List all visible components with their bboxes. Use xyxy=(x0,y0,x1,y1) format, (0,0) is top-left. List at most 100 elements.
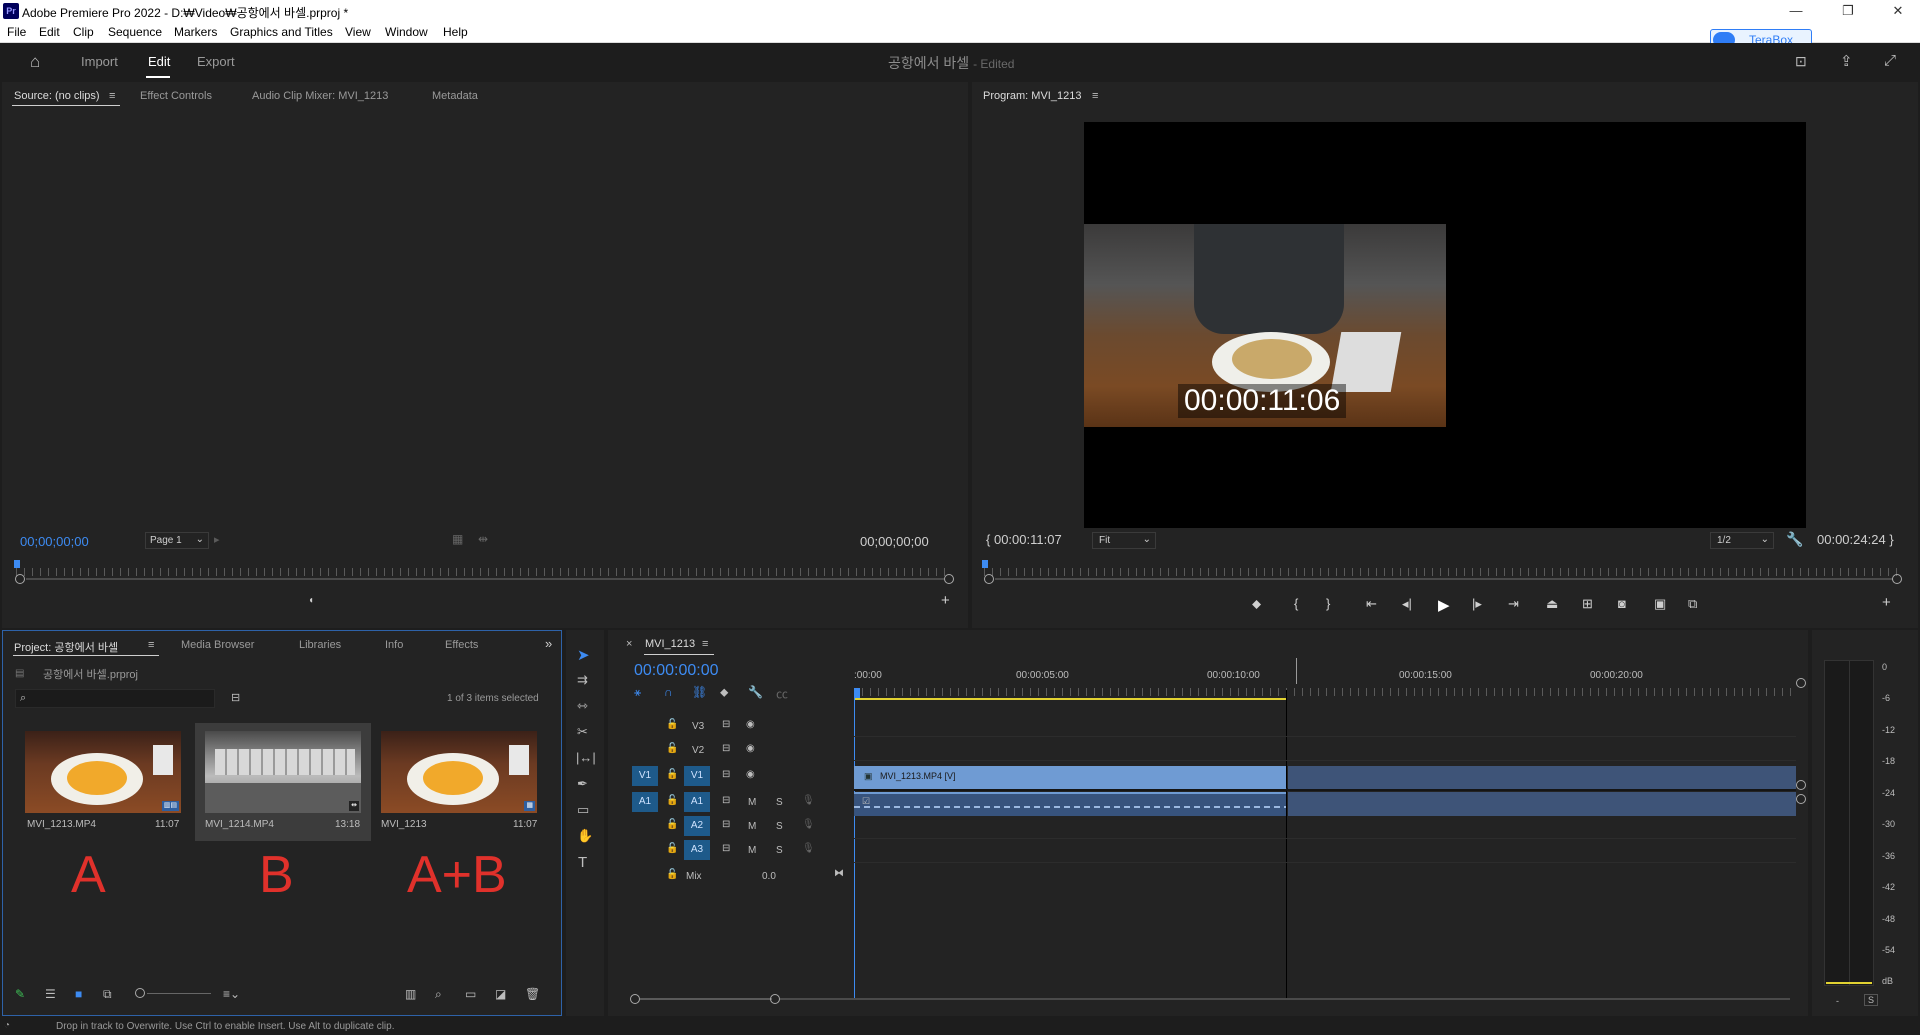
lock-icon[interactable]: 🔓 xyxy=(666,869,678,880)
menu-view[interactable]: View xyxy=(345,25,371,39)
overflow-chevron-icon[interactable]: » xyxy=(545,636,552,651)
edit-tab[interactable]: Edit xyxy=(148,54,170,69)
source-playhead-timecode[interactable]: 00;00;00;00 xyxy=(20,534,89,549)
tab-sequence[interactable]: MVI_1213 xyxy=(645,638,695,650)
source-patch-v1[interactable]: V1 xyxy=(632,766,658,786)
close-button[interactable]: ✕ xyxy=(1878,2,1918,20)
menu-markers[interactable]: Markers xyxy=(174,25,217,39)
add-button-icon[interactable]: + xyxy=(941,592,950,609)
track-target-a3[interactable]: A3 xyxy=(684,840,710,860)
captions-icon[interactable]: ㏄ xyxy=(776,685,788,702)
share-icon[interactable]: ⇪ xyxy=(1840,52,1853,70)
clip-a1[interactable]: ☑ xyxy=(854,792,1286,816)
fit-select[interactable]: Fit ⌄ xyxy=(1092,532,1156,549)
step-forward-icon[interactable]: |▸ xyxy=(1472,596,1482,612)
mute-button[interactable]: M xyxy=(748,797,756,808)
tab-audio-clip-mixer[interactable]: Audio Clip Mixer: MVI_1213 xyxy=(252,90,388,102)
source-time-ruler[interactable] xyxy=(16,568,952,576)
solo-button[interactable]: S xyxy=(776,821,783,832)
menu-help[interactable]: Help xyxy=(443,25,468,39)
snap-magnet-icon[interactable]: ∩ xyxy=(664,685,673,699)
mark-out-icon[interactable]: } xyxy=(1326,596,1330,611)
track-select-tool-icon[interactable]: ⇉ xyxy=(577,672,588,688)
menu-edit[interactable]: Edit xyxy=(39,25,60,39)
marker-icon[interactable]: ◖ xyxy=(308,595,314,606)
resolution-select[interactable]: 1/2 ⌄ xyxy=(1710,532,1774,549)
linked-selection-icon[interactable]: ⛓ xyxy=(692,685,707,699)
mute-button[interactable]: M xyxy=(748,845,756,856)
close-tab-icon[interactable]: × xyxy=(626,638,632,650)
extract-icon[interactable]: ⊞ xyxy=(1582,596,1593,612)
play-icon[interactable]: ▶ xyxy=(1438,596,1450,614)
program-playhead[interactable] xyxy=(982,560,988,568)
clip-v1-extended[interactable] xyxy=(1288,766,1796,789)
source-zoom-bar[interactable] xyxy=(26,578,944,580)
microphone-icon[interactable]: 🎙 xyxy=(802,843,815,854)
sync-lock-icon[interactable]: ⊟ xyxy=(722,843,730,854)
eye-icon[interactable]: ◉ xyxy=(746,719,755,730)
pencil-icon[interactable]: ✎ xyxy=(15,987,25,1001)
zoom-slider-track[interactable] xyxy=(147,993,211,994)
project-item[interactable]: ▥▤ MVI_1213.MP4 11:07 xyxy=(17,727,181,837)
timeline-scrollbar-track[interactable] xyxy=(780,998,1790,1000)
rectangle-tool-icon[interactable]: ▭ xyxy=(577,802,589,818)
menu-file[interactable]: File xyxy=(7,25,26,39)
fullscreen-icon[interactable]: ⤢ xyxy=(1884,52,1896,69)
selection-tool-icon[interactable]: ➤ xyxy=(577,646,590,664)
sequence-timecode[interactable]: 00:00:00:00 xyxy=(634,662,719,680)
program-zoom-handle-left[interactable] xyxy=(984,574,994,584)
step-back-icon[interactable]: ◂| xyxy=(1402,596,1412,612)
quick-export-icon[interactable]: ⊡ xyxy=(1795,53,1807,70)
tab-effect-controls[interactable]: Effect Controls xyxy=(140,90,212,102)
vertical-zoom-handle[interactable] xyxy=(1796,678,1806,688)
lock-icon[interactable]: 🔓 xyxy=(666,769,678,780)
nest-toggle-icon[interactable]: ⚹ xyxy=(634,685,641,700)
hand-tool-icon[interactable]: ✋ xyxy=(577,828,593,844)
tab-libraries[interactable]: Libraries xyxy=(299,639,341,651)
timeline-scrollbar-thumb[interactable] xyxy=(640,998,772,1000)
mix-value[interactable]: 0.0 xyxy=(762,871,776,882)
solo-button[interactable]: S xyxy=(776,797,783,808)
lock-icon[interactable]: 🔓 xyxy=(666,795,678,806)
camera-icon[interactable]: ◙ xyxy=(1618,596,1626,611)
ripple-edit-tool-icon[interactable]: ⇿ xyxy=(577,698,588,714)
source-zoom-handle-left[interactable] xyxy=(15,574,25,584)
microphone-icon[interactable]: 🎙 xyxy=(802,795,815,806)
new-bin-search-icon[interactable]: ⊟ xyxy=(231,691,240,704)
lift-icon[interactable]: ⏏ xyxy=(1546,596,1558,612)
icon-view-icon[interactable]: ■ xyxy=(75,987,82,1001)
program-zoom-bar[interactable] xyxy=(995,578,1893,580)
tab-metadata[interactable]: Metadata xyxy=(432,90,478,102)
program-zoom-handle-right[interactable] xyxy=(1892,574,1902,584)
panel-menu-icon[interactable]: ≡ xyxy=(702,638,708,650)
source-patch-a1[interactable]: A1 xyxy=(632,792,658,812)
tab-media-browser[interactable]: Media Browser xyxy=(181,639,254,651)
mute-button[interactable]: M xyxy=(748,821,756,832)
add-button-icon[interactable]: + xyxy=(1882,594,1891,611)
timeline-playhead-handle[interactable] xyxy=(854,688,860,698)
trash-icon[interactable]: 🗑 xyxy=(525,987,540,1001)
project-search-input[interactable]: ⌕ xyxy=(15,689,215,708)
new-bin-icon[interactable]: ▭ xyxy=(465,987,476,1001)
lock-icon[interactable]: 🔓 xyxy=(666,819,678,830)
panel-menu-icon[interactable]: ≡ xyxy=(1092,90,1098,102)
track-target-v1[interactable]: V1 xyxy=(684,766,710,786)
source-zoom-handle-right[interactable] xyxy=(944,574,954,584)
add-marker-icon[interactable]: ⬥ xyxy=(1252,596,1261,612)
tab-effects[interactable]: Effects xyxy=(445,639,478,651)
home-icon[interactable]: ⌂ xyxy=(30,52,40,72)
sync-lock-icon[interactable]: ⊟ xyxy=(722,719,730,730)
project-item[interactable]: ▦ MVI_1213 11:07 xyxy=(373,727,549,837)
minimize-button[interactable]: — xyxy=(1776,2,1816,20)
menu-window[interactable]: Window xyxy=(385,25,428,39)
solo-button[interactable]: S xyxy=(776,845,783,856)
add-marker-icon[interactable]: ⬥ xyxy=(720,685,728,700)
sync-lock-icon[interactable]: ⊟ xyxy=(722,743,730,754)
automate-to-sequence-icon[interactable]: ▥ xyxy=(405,987,416,1001)
restore-button[interactable]: ❐ xyxy=(1828,2,1868,20)
sync-lock-icon[interactable]: ⊟ xyxy=(722,795,730,806)
microphone-icon[interactable]: 🎙 xyxy=(802,819,815,830)
tab-project[interactable]: Project: 공항에서 바셀 xyxy=(14,639,118,655)
lock-icon[interactable]: 🔓 xyxy=(666,719,678,730)
sort-icon[interactable]: ≡⌄ xyxy=(223,987,240,1001)
